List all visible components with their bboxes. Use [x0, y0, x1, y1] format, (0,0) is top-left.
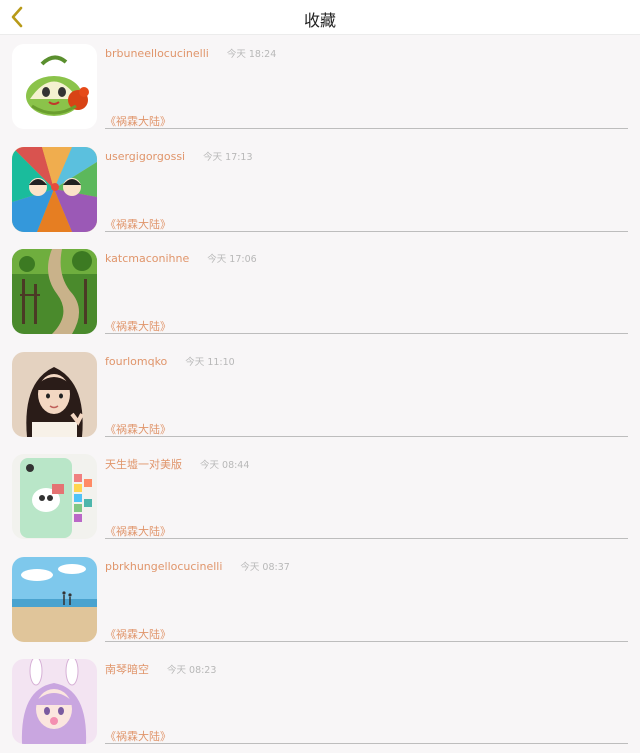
username[interactable]: katcmaconihne 今天 17:06 [105, 251, 257, 265]
avatar[interactable] [12, 44, 97, 129]
novel-tag[interactable]: 《祸霖大陆》 [105, 626, 171, 642]
avatar[interactable] [12, 454, 97, 539]
novel-tag[interactable]: 《祸霖大陆》 [105, 523, 171, 539]
list-item[interactable]: fourlomqko 今天 11:10 《祸霖大陆》 [0, 343, 640, 446]
novel-tag[interactable]: 《祸霖大陆》 [105, 216, 171, 232]
novel-tag[interactable]: 《祸霖大陆》 [105, 421, 171, 437]
timestamp: 今天 11:10 [185, 356, 235, 368]
username[interactable]: brbuneellocucinelli 今天 18:24 [105, 46, 276, 60]
divider [105, 743, 628, 744]
list-item[interactable]: pbrkhungellocucinelli 今天 08:37 《祸霖大陆》 [0, 548, 640, 651]
username[interactable]: fourlomqko 今天 11:10 [105, 354, 235, 368]
avatar[interactable] [12, 556, 97, 642]
divider [105, 128, 628, 129]
timestamp: 今天 17:06 [207, 254, 257, 265]
avatar[interactable] [12, 249, 97, 334]
avatar[interactable] [12, 659, 97, 744]
username[interactable]: pbrkhungellocucinelli 今天 08:37 [105, 559, 290, 573]
timestamp: 今天 18:24 [226, 49, 277, 60]
avatar[interactable] [12, 146, 97, 232]
username[interactable]: 天生墟一对美版 今天 08:44 [105, 456, 249, 472]
timestamp: 今天 08:23 [167, 665, 217, 676]
divider [105, 333, 628, 334]
divider [105, 435, 628, 437]
novel-tag[interactable]: 《祸霖大陆》 [105, 318, 171, 334]
list-item[interactable]: 南琴暗空 今天 08:23 《祸霖大陆》 [0, 650, 640, 753]
timestamp: 今天 17:13 [203, 151, 253, 163]
username[interactable]: 南琴暗空 今天 08:23 [105, 661, 216, 677]
novel-tag[interactable]: 《祸霖大陆》 [105, 728, 171, 744]
timestamp: 今天 08:44 [200, 460, 250, 471]
list-item[interactable]: usergigorgossi 今天 17:13 《祸霖大陆》 [0, 138, 640, 241]
nav-bar: 收藏 [0, 0, 640, 35]
username[interactable]: usergigorgossi 今天 17:13 [105, 149, 253, 163]
divider [105, 230, 628, 232]
favorites-list: brbuneellocucinelli 今天 18:24 《祸霖大陆》 user… [0, 35, 640, 753]
list-item[interactable]: katcmaconihne 今天 17:06 《祸霖大陆》 [0, 240, 640, 343]
list-item[interactable]: 天生墟一对美版 今天 08:44 《祸霖大陆》 [0, 445, 640, 548]
timestamp: 今天 08:37 [240, 561, 290, 573]
novel-tag[interactable]: 《祸霖大陆》 [105, 113, 171, 129]
divider [105, 538, 628, 539]
page-title: 收藏 [303, 11, 336, 30]
avatar[interactable] [12, 351, 97, 437]
list-item[interactable]: brbuneellocucinelli 今天 18:24 《祸霖大陆》 [0, 35, 640, 138]
divider [105, 640, 628, 642]
